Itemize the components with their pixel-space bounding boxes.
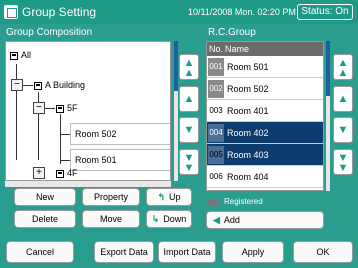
left-arrow-icon: ◀ bbox=[213, 215, 220, 225]
add-button-label: Add bbox=[223, 215, 240, 225]
column-header-no: No. bbox=[209, 44, 224, 54]
group-number: 001 bbox=[208, 58, 224, 76]
up-arrow-icon: ↰ bbox=[157, 192, 166, 202]
group-number: 005 bbox=[208, 146, 224, 164]
list-item[interactable]: 001 Room 501 bbox=[207, 56, 323, 78]
group-number: 003 bbox=[209, 106, 223, 115]
group-name: Room 404 bbox=[227, 172, 269, 182]
group-node-icon bbox=[56, 169, 64, 178]
move-button[interactable]: Move bbox=[82, 210, 140, 228]
tree-connector bbox=[60, 134, 70, 135]
tree-connector bbox=[60, 160, 70, 161]
double-down-arrow-icon[interactable]: ▼ ▼ bbox=[179, 149, 199, 175]
tree-connector bbox=[23, 85, 33, 86]
page-title: Group Setting bbox=[22, 5, 97, 19]
list-header: No. Name bbox=[207, 42, 323, 56]
tree-node-label: All bbox=[21, 50, 32, 60]
delete-button[interactable]: Delete bbox=[14, 210, 76, 228]
group-number: 002 bbox=[208, 80, 224, 98]
list-item[interactable]: 004 Room 402 bbox=[207, 122, 323, 144]
double-down-arrow-icon[interactable]: ▼ ▼ bbox=[333, 149, 353, 175]
collapse-icon[interactable]: − bbox=[11, 79, 23, 91]
tree-node-4f[interactable]: 4F bbox=[56, 162, 78, 180]
list-item[interactable]: 003 Room 401 bbox=[207, 100, 323, 122]
up-arrow-icon[interactable]: ▲ bbox=[333, 86, 353, 112]
export-data-button[interactable]: Export Data bbox=[94, 241, 154, 263]
group-name: Room 501 bbox=[227, 62, 269, 72]
tree-node-room-502[interactable]: Room 502 bbox=[70, 123, 170, 145]
double-up-arrow-icon[interactable]: ▲ ▲ bbox=[333, 54, 353, 80]
status-badge[interactable]: Status: On bbox=[297, 4, 353, 20]
column-header-name: Name bbox=[225, 44, 250, 54]
list-item[interactable]: 002 Room 502 bbox=[207, 78, 323, 100]
tree-node-a-building[interactable]: A Building bbox=[34, 74, 85, 96]
group-node-icon bbox=[34, 81, 42, 90]
rc-group-label: R.C.Group bbox=[208, 27, 256, 38]
list-vertical-scrollbar[interactable] bbox=[326, 41, 330, 191]
expand-icon[interactable]: + bbox=[33, 167, 45, 179]
scrollbar-thumb[interactable] bbox=[326, 41, 330, 96]
list-item[interactable]: 005 Room 403 bbox=[207, 144, 323, 166]
ok-button[interactable]: OK bbox=[293, 241, 353, 263]
tree-node-room-501[interactable]: Room 501 bbox=[70, 149, 170, 171]
down-button[interactable]: ↳ Down bbox=[146, 210, 192, 228]
down-arrow-icon: ↳ bbox=[151, 214, 160, 224]
property-button[interactable]: Property bbox=[82, 188, 140, 206]
group-name: Room 502 bbox=[227, 84, 269, 94]
tree-connector bbox=[45, 108, 55, 109]
down-button-label: Down bbox=[163, 214, 187, 224]
tree-vertical-scrollbar[interactable] bbox=[174, 41, 178, 181]
group-composition-label: Group Composition bbox=[6, 27, 93, 38]
legend-label: Registered bbox=[224, 197, 263, 206]
up-button[interactable]: ↰ Up bbox=[146, 188, 192, 206]
cancel-button[interactable]: Cancel bbox=[6, 241, 74, 263]
group-name: Room 401 bbox=[227, 106, 269, 116]
group-name: Room 403 bbox=[227, 150, 269, 160]
add-button[interactable]: ◀ Add bbox=[206, 211, 324, 229]
tree-node-label: A Building bbox=[45, 80, 86, 90]
datetime-display: 10/11/2008 Mon. 02:20 PM bbox=[188, 7, 296, 17]
rc-group-list[interactable]: No. Name 001 Room 501 002 Room 502 003 Room 40… bbox=[206, 41, 324, 191]
up-button-label: Up bbox=[169, 192, 181, 202]
up-arrow-icon[interactable]: ▲ bbox=[179, 86, 199, 112]
tree-horizontal-scrollbar[interactable] bbox=[5, 181, 171, 187]
group-tree[interactable]: All − A Building − 5F Room 502 Room 501 … bbox=[5, 41, 171, 181]
tree-node-label: 4F bbox=[67, 168, 78, 178]
group-node-icon bbox=[10, 51, 18, 60]
registered-legend: Registered bbox=[208, 197, 263, 206]
group-setting-icon bbox=[4, 5, 18, 19]
tree-node-all[interactable]: All bbox=[10, 44, 31, 66]
group-name: Room 402 bbox=[227, 128, 269, 138]
group-number: 004 bbox=[208, 124, 224, 142]
down-arrow-icon[interactable]: ▼ bbox=[179, 117, 199, 143]
tree-connector bbox=[60, 114, 61, 164]
list-item[interactable]: 006 Room 404 bbox=[207, 166, 323, 188]
registered-swatch bbox=[208, 198, 220, 205]
group-node-icon bbox=[56, 104, 64, 113]
tree-node-label: 5F bbox=[67, 103, 78, 113]
down-arrow-icon[interactable]: ▼ bbox=[333, 117, 353, 143]
new-button[interactable]: New bbox=[14, 188, 76, 206]
double-up-arrow-icon[interactable]: ▲ ▲ bbox=[179, 54, 199, 80]
scrollbar-thumb[interactable] bbox=[174, 41, 178, 91]
import-data-button[interactable]: Import Data bbox=[158, 241, 216, 263]
apply-button[interactable]: Apply bbox=[222, 241, 284, 263]
collapse-icon[interactable]: − bbox=[33, 102, 45, 114]
title-bar: Group Setting 10/11/2008 Mon. 02:20 PM S… bbox=[0, 0, 358, 24]
group-number: 006 bbox=[209, 172, 223, 181]
